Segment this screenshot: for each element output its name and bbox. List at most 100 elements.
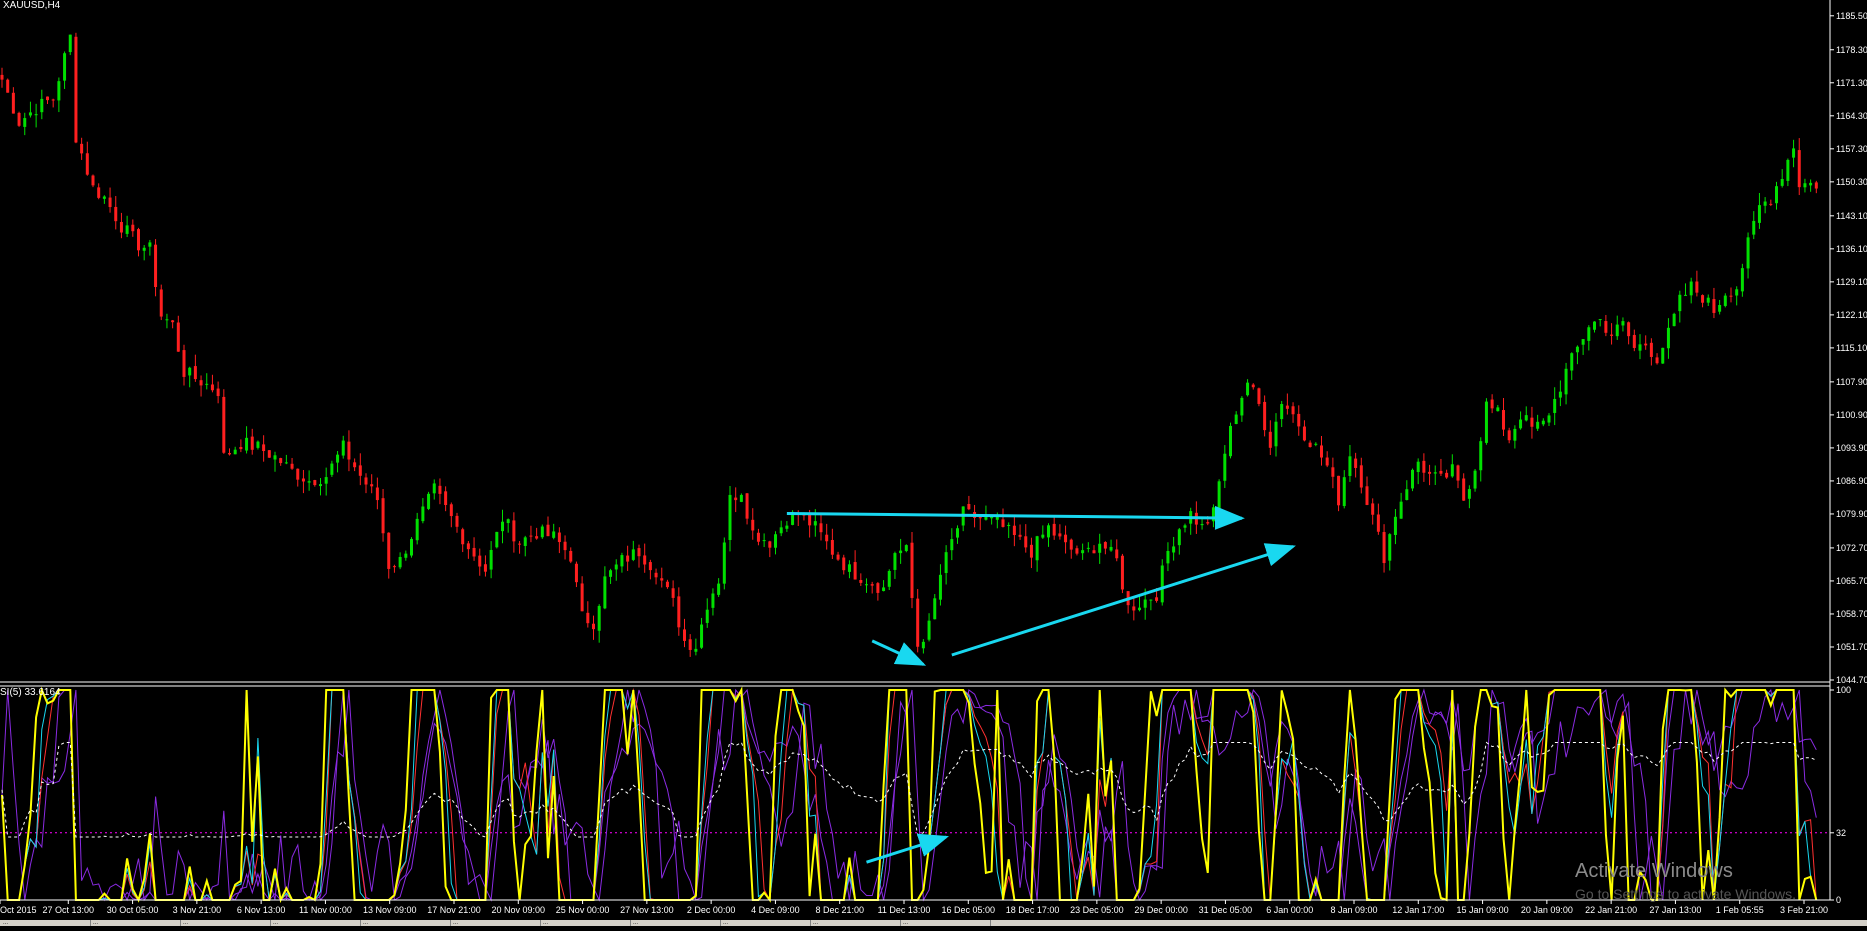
- chart-tab-6[interactable]: ...: [450, 920, 541, 926]
- chart-tab-4[interactable]: ...: [270, 920, 361, 926]
- candle-down: [1291, 406, 1295, 415]
- candle-down: [660, 578, 664, 581]
- price-tick-label: 1136.10: [1836, 244, 1867, 254]
- candle-up: [319, 484, 322, 487]
- candle-down: [1012, 525, 1016, 536]
- candle-down: [677, 596, 681, 628]
- candle-up: [324, 477, 328, 484]
- price-tick-label: 1051.70: [1836, 642, 1867, 652]
- candle-up: [1735, 289, 1739, 296]
- chart-window[interactable]: 1185.50 1178.30 1171.30 1164.30 1157.30 1150.…: [0, 0, 1867, 926]
- candle-down: [1365, 486, 1369, 505]
- candle-down: [546, 524, 550, 537]
- candle-up: [700, 624, 704, 648]
- candle-down: [119, 221, 123, 233]
- candle-down: [535, 536, 539, 539]
- candle-down: [1627, 322, 1631, 337]
- candle-down: [592, 623, 595, 630]
- candle-up: [1172, 546, 1176, 553]
- candle-down: [17, 112, 21, 126]
- candle-down: [1029, 544, 1033, 558]
- candle-up: [1570, 353, 1574, 371]
- chart-tab-8[interactable]: ...: [630, 920, 721, 926]
- time-tick-label: 11 Nov 00:00: [299, 905, 352, 915]
- chart-tab-7[interactable]: ...: [540, 920, 631, 926]
- candle-up: [1035, 536, 1039, 561]
- candle-up: [717, 583, 721, 595]
- chart-tab-10[interactable]: ...: [810, 920, 901, 926]
- candle-down: [580, 583, 584, 612]
- candle-up: [899, 550, 903, 554]
- candle-up: [506, 519, 510, 524]
- candle-down: [574, 563, 578, 583]
- candle-down: [210, 384, 214, 391]
- chart-canvas[interactable]: 1185.50 1178.30 1171.30 1164.30 1157.30 1150.…: [0, 0, 1867, 926]
- candle-down: [842, 557, 846, 571]
- candle-up: [552, 531, 556, 538]
- candle-up: [421, 506, 425, 522]
- candle-up: [142, 247, 146, 251]
- price-tick-label: 1157.30: [1836, 144, 1867, 154]
- candle-up: [1718, 304, 1722, 312]
- candle-up: [1393, 516, 1397, 535]
- candle-up: [188, 367, 192, 376]
- chart-tab-3[interactable]: ...: [180, 920, 271, 926]
- candle-down: [830, 539, 834, 555]
- candle-down: [671, 588, 675, 598]
- candle-down: [1428, 471, 1432, 474]
- time-tick-label: 20 Jan 09:00: [1521, 905, 1573, 915]
- candle-down: [1325, 457, 1329, 466]
- candle-down: [216, 388, 220, 397]
- time-tick-label: 25 Nov 00:00: [556, 905, 610, 915]
- candle-up: [68, 34, 72, 53]
- candle-down: [461, 529, 465, 545]
- candle-up: [1689, 281, 1693, 296]
- candle-down: [1814, 182, 1818, 189]
- candle-down: [154, 244, 158, 288]
- time-tick-label: 4 Dec 09:00: [751, 905, 800, 915]
- time-tick-label: 29 Dec 00:00: [1134, 905, 1188, 915]
- candle-down: [239, 446, 243, 450]
- time-tick-label: 17 Nov 21:00: [427, 905, 481, 915]
- candle-up: [1234, 414, 1238, 424]
- candle-down: [586, 612, 590, 624]
- candle-down: [85, 153, 89, 175]
- chart-tab-5[interactable]: ...: [360, 920, 451, 926]
- candle-up: [233, 449, 237, 455]
- candle-down: [1695, 281, 1699, 293]
- candle-up: [1775, 186, 1778, 204]
- candle-down: [518, 543, 522, 545]
- candle-down: [1462, 478, 1466, 501]
- time-tick-label: 6 Nov 13:00: [237, 905, 286, 915]
- time-tick-label: 16 Dec 05:00: [942, 905, 996, 915]
- candle-up: [1672, 313, 1676, 327]
- candle-up: [705, 609, 709, 623]
- candle-down: [1092, 550, 1096, 554]
- candle-down: [444, 491, 448, 506]
- candle-down: [1302, 426, 1306, 441]
- candle-down: [267, 450, 271, 458]
- candle-up: [603, 576, 607, 609]
- candle-down: [0, 74, 4, 80]
- candle-down: [768, 541, 772, 548]
- chart-tab-1[interactable]: ...: [0, 920, 91, 926]
- axes: 1185.50 1178.30 1171.30 1164.30 1157.30 1150.…: [0, 0, 1867, 915]
- time-tick-label: Oct 2015: [0, 905, 37, 915]
- candle-down: [483, 564, 487, 572]
- time-tick-label: 22 Jan 21:00: [1585, 905, 1637, 915]
- chart-tab-11[interactable]: ...: [900, 920, 991, 926]
- candle-up: [1086, 547, 1090, 549]
- candle-up: [1433, 472, 1437, 474]
- candle-up: [1450, 464, 1454, 477]
- candle-up: [284, 462, 288, 464]
- candle-up: [205, 383, 209, 385]
- candle-down: [916, 598, 920, 647]
- candle-up: [34, 114, 38, 116]
- candle-down: [1712, 299, 1716, 313]
- candle-up: [1684, 294, 1687, 296]
- chart-tab-9[interactable]: ...: [720, 920, 811, 926]
- candle-down: [1445, 472, 1449, 478]
- candle-down: [1729, 295, 1733, 297]
- chart-tab-2[interactable]: ...: [90, 920, 181, 926]
- candle-up: [887, 570, 891, 587]
